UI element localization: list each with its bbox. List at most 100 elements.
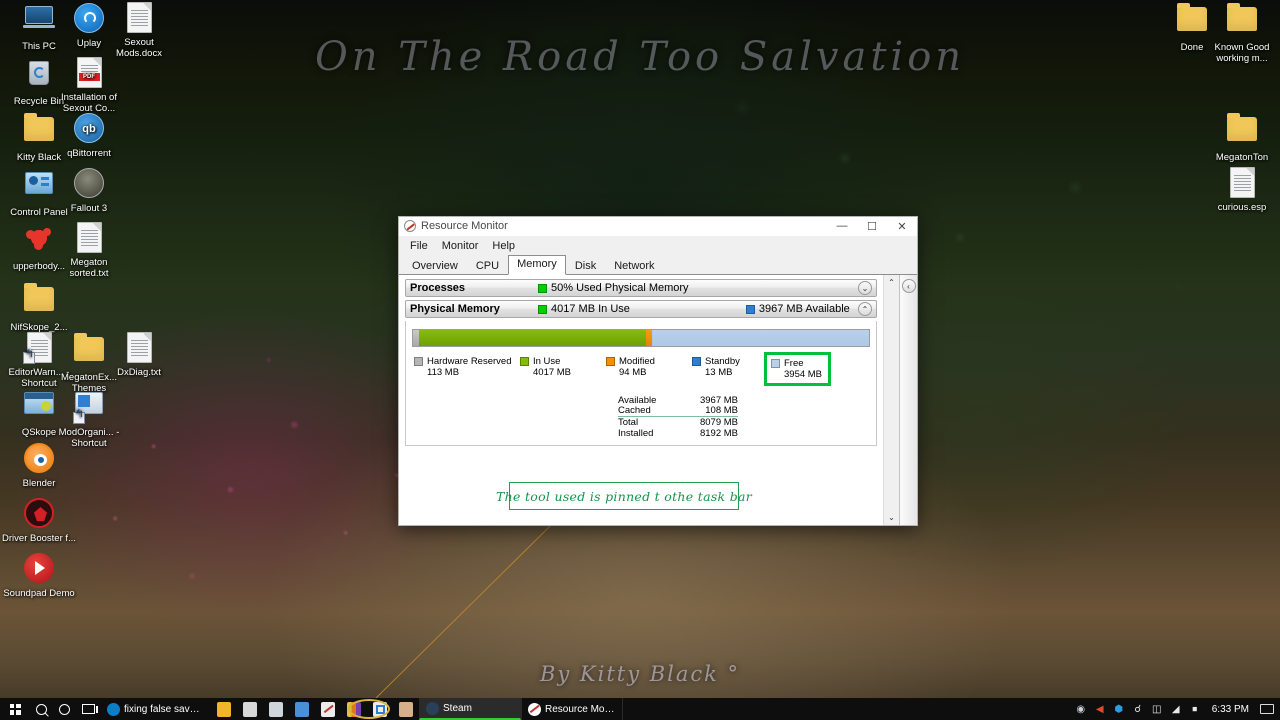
summary-value-installed: 8192 MB [699,427,738,439]
memory-legend: Hardware Reserved 113 MB In Use 4017 MB [412,352,870,390]
tab-bar[interactable]: Overview CPU Memory Disk Network [399,255,917,275]
window-title-bar[interactable]: Resource Monitor — ☐ ✕ [399,217,917,236]
show-desktop-button[interactable] [1260,704,1274,714]
scroll-up-arrow-icon[interactable]: ⌃ [884,275,899,290]
edge-icon [107,702,120,716]
menu-item-help[interactable]: Help [486,238,521,254]
summary-row-total: Total 8079 MB [618,416,738,428]
taskbar-pinned-mail[interactable] [263,698,289,720]
summary-key-cached: Cached [618,405,651,416]
vertical-scrollbar[interactable]: ⌃ ⌄ [883,275,899,525]
bluetooth-icon[interactable]: ⬢ [1113,703,1125,715]
taskbar-window-steam[interactable]: Steam [419,698,521,720]
shortcut-arrow-icon [73,412,85,424]
steam-tray-icon[interactable]: ◉ [1075,703,1087,715]
taskbar-pinned-file-explorer[interactable] [211,698,237,720]
desktop-icon-label: curious.esp [1217,202,1267,213]
memory-available-text: 3967 MB Available [758,303,850,315]
desktop-icon-blender[interactable]: Blender [2,442,76,489]
desktop-icon-label: Blender [22,478,56,489]
tab-overview[interactable]: Overview [403,257,467,275]
graphs-sidebar-collapsed[interactable]: ‹ [899,275,917,525]
menu-item-file[interactable]: File [404,238,434,254]
resource-monitor-window[interactable]: Resource Monitor — ☐ ✕ File Monitor Help… [398,216,918,526]
folder-icon [23,283,55,319]
legend-value-modified: 94 MB [619,367,647,378]
processes-used-memory-text: 50% Used Physical Memory [551,282,689,294]
minimize-button[interactable]: — [827,217,857,236]
menu-bar[interactable]: File Monitor Help [399,236,917,256]
taskbar-pinned-photos[interactable] [289,698,315,720]
legend-value-standby: 13 MB [705,367,733,378]
start-button[interactable] [0,698,30,720]
in-use-swatch-icon [520,357,529,366]
desktop-icon-fallout-3[interactable]: Fallout 3 [52,167,126,214]
scrollbar-track[interactable] [884,290,899,510]
search-button[interactable] [30,698,53,720]
task-view-button[interactable] [76,698,101,720]
tab-cpu[interactable]: CPU [467,257,508,275]
physical-memory-panel-header[interactable]: Physical Memory 4017 MB In Use 3967 MB A… [405,300,877,318]
taskbar-pinned-microsoft-store[interactable] [237,698,263,720]
taskbar[interactable]: fixing false save corru... [0,698,1280,720]
chevron-left-icon[interactable]: ‹ [901,279,916,293]
audio-tool-icon [399,701,413,717]
taskbar-window-resource-monitor[interactable]: Resource Monitor [521,698,623,720]
qskope-icon [23,392,55,424]
desktop-icon-curious-esp[interactable]: curious.esp [1205,167,1279,213]
clock[interactable]: 6:33 PM [1208,704,1253,715]
tab-memory[interactable]: Memory [508,255,566,275]
tab-network[interactable]: Network [605,257,663,275]
cortana-button[interactable] [53,698,76,720]
desktop-icon-driver-booster[interactable]: Driver Booster f... [2,497,76,544]
legend-value-hardware-reserved: 113 MB [427,367,460,378]
desktop-icon-megaton-sorted-txt[interactable]: Megaton sorted.txt [52,222,126,279]
desktop-icon-label: Fallout 3 [70,203,108,214]
hardware-reserved-swatch-icon [414,357,423,366]
chevron-down-icon[interactable]: ⌄ [858,281,872,295]
taskbar-pinned-resource-monitor-a[interactable] [315,698,341,720]
folder-icon [73,333,105,369]
desktop-icon-megatonton[interactable]: MegatonTon [1205,112,1279,163]
taskbar-window-label-edge: fixing false save corru... [124,703,205,715]
wallpaper-credit: By Kitty Black ° [539,662,741,686]
desktop[interactable]: On The Road Too Salvation By Kitty Black… [0,0,1280,720]
system-tray[interactable]: ◉ ◀ ⬢ ☌ ◫ ◢ ⏹ 6:33 PM [1075,703,1280,715]
usb-icon[interactable]: ☌ [1132,703,1144,715]
desktop-icon-known-good-working[interactable]: Known Good working m... [1205,2,1279,64]
taskbar-pinned-resource-monitor-highlighted[interactable] [367,698,393,720]
memory-bar-segment-in-use [419,330,647,346]
taskbar-window-label-resource-monitor: Resource Monitor [545,703,616,715]
desktop-icon-installation-pdf[interactable]: PDF Installation of Sexout Co... [52,57,126,114]
menu-item-monitor[interactable]: Monitor [436,238,485,254]
fallout3-icon [73,168,105,200]
summary-row-cached: Cached 108 MB [618,406,738,417]
legend-label-standby: Standby [705,356,740,367]
mute-icon[interactable]: ⏹ [1189,703,1201,715]
tab-disk[interactable]: Disk [566,257,605,275]
close-button[interactable]: ✕ [887,217,917,236]
wifi-icon[interactable]: ◢ [1170,703,1182,715]
summary-key-available: Available [618,394,657,406]
chevron-up-icon[interactable]: ⌃ [858,302,872,316]
maximize-button[interactable]: ☐ [857,217,887,236]
processes-panel-header[interactable]: Processes 50% Used Physical Memory ⌄ [405,279,877,297]
desktop-icon-sexout-mods-docx[interactable]: Sexout Mods.docx [102,2,176,59]
battery-icon[interactable]: ◫ [1151,703,1163,715]
taskbar-pinned-paint[interactable] [341,698,367,720]
taskbar-window-edge[interactable]: fixing false save corru... [101,698,211,720]
volume-tray-icon[interactable]: ◀ [1094,703,1106,715]
uplay-icon [73,3,105,35]
legend-label-free: Free [784,358,804,369]
desktop-icon-soundpad-demo[interactable]: Soundpad Demo [2,552,76,599]
desktop-icon-modorganizer-shortcut[interactable]: ModOrgani... - Shortcut [52,387,126,449]
desktop-icon-qbittorrent[interactable]: qb qBittorrent [52,112,126,159]
desktop-icon-nifskope-2[interactable]: NifSkope_2... [2,282,76,333]
taskbar-pinned-audio-tool[interactable] [393,698,419,720]
text-doc-icon [73,222,105,254]
desktop-icon-label: Installation of Sexout Co... [61,92,117,114]
desktop-icon-dxdiag-txt[interactable]: DxDiag.txt [102,332,176,378]
mail-icon [269,701,283,717]
text-doc-icon [23,332,55,364]
scroll-down-arrow-icon[interactable]: ⌄ [884,510,899,525]
